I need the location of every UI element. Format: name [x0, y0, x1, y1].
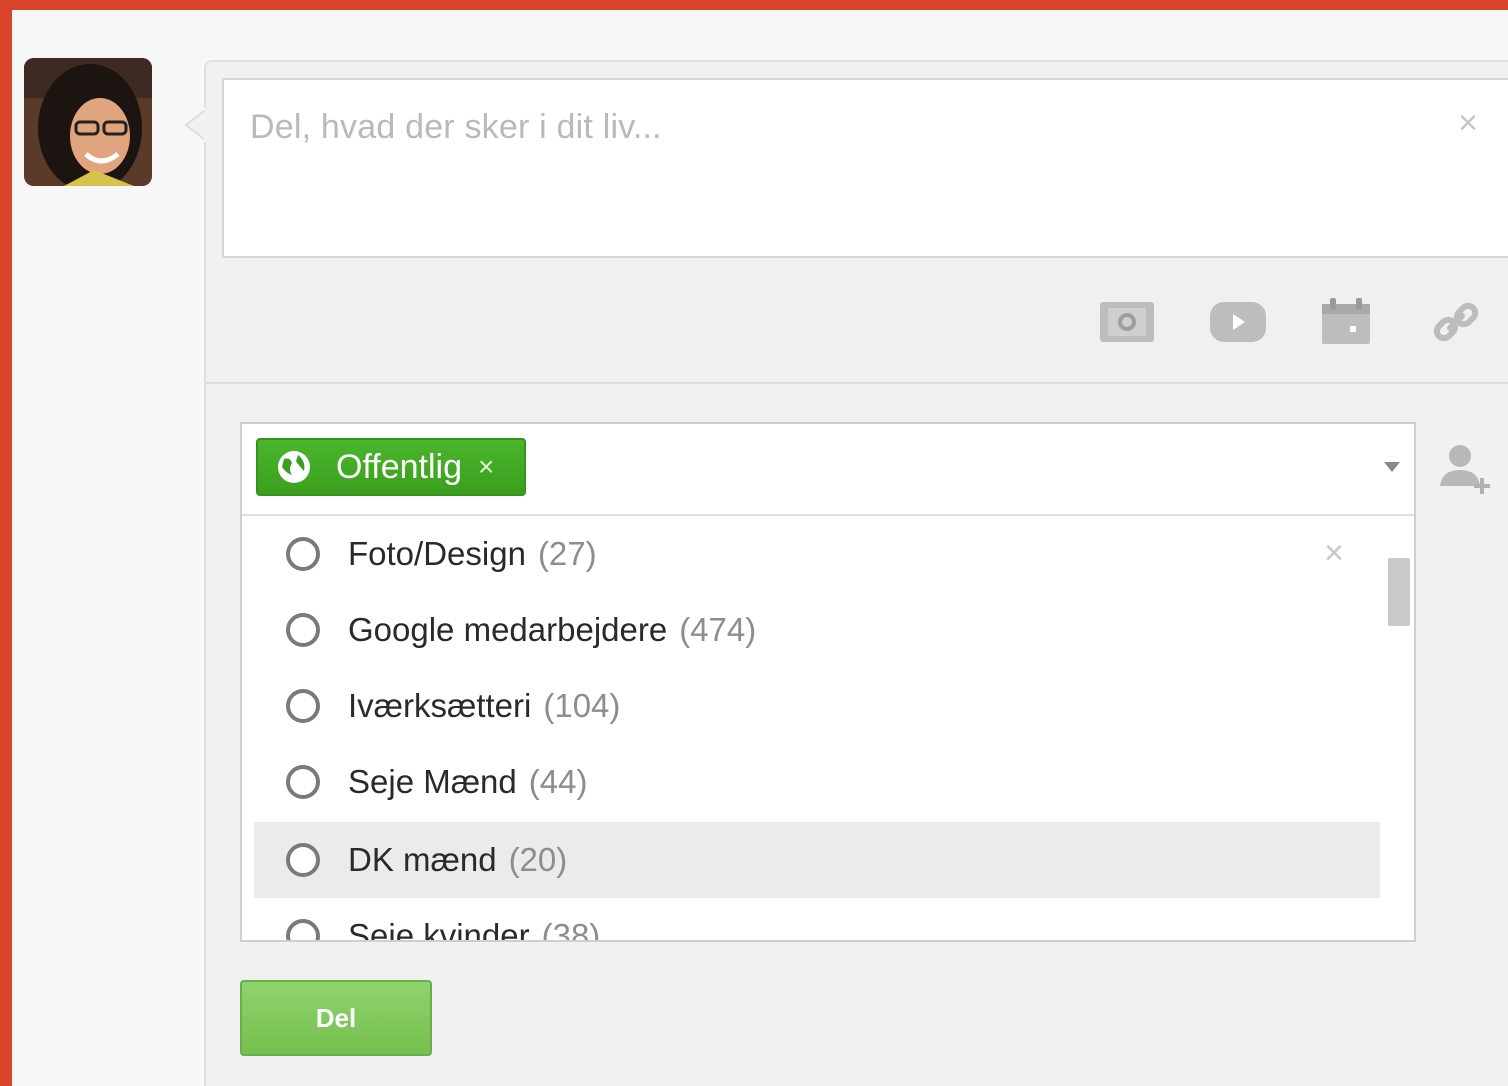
circle-name: Seje kvinder: [348, 917, 530, 940]
camera-icon: [1100, 302, 1154, 342]
circle-count: (44): [528, 763, 588, 800]
public-audience-label: Offentlig: [336, 447, 463, 486]
avatar[interactable]: [24, 58, 152, 186]
circle-count: (474): [679, 611, 757, 648]
globe-icon: [278, 451, 310, 483]
radio-button[interactable]: [286, 537, 320, 571]
clear-text-icon[interactable]: ×: [1458, 106, 1478, 140]
circle-name: Seje Mænd: [348, 763, 517, 800]
circle-name: Foto/Design: [348, 535, 526, 572]
list-item[interactable]: Foto/Design (27): [254, 516, 1380, 592]
link-icon: [1433, 302, 1479, 342]
circle-name: Google medarbejdere: [348, 611, 668, 648]
list-item[interactable]: Seje Mænd (44): [254, 744, 1380, 820]
speech-bubble-notch: [184, 108, 208, 142]
circle-name: DK mænd: [348, 841, 497, 878]
public-audience-chip[interactable]: Offentlig ×: [256, 438, 526, 496]
post-text-placeholder: Del, hvad der sker i dit liv...: [250, 108, 662, 146]
list-item[interactable]: DK mænd (20): [254, 822, 1380, 898]
add-video-button[interactable]: [1208, 298, 1268, 346]
calendar-icon: [1322, 298, 1370, 344]
add-link-button[interactable]: [1432, 298, 1480, 346]
add-person-icon: [1440, 445, 1490, 494]
attachment-toolbar: [206, 262, 1508, 384]
radio-button[interactable]: [286, 765, 320, 799]
audience-selector: Offentlig × Foto/Design (27) Google meda…: [240, 422, 1416, 942]
list-item[interactable]: Iværksætteri (104): [254, 668, 1380, 744]
radio-button[interactable]: [286, 919, 320, 940]
circle-count: (20): [508, 841, 568, 878]
remove-chip-icon[interactable]: ×: [478, 451, 494, 483]
post-text-input[interactable]: Del, hvad der sker i dit liv... ×: [222, 78, 1508, 258]
close-icon[interactable]: ×: [1324, 534, 1344, 573]
list-item[interactable]: Google medarbejdere (474): [254, 592, 1380, 668]
circle-count: (38): [541, 917, 601, 940]
add-event-button[interactable]: [1320, 298, 1372, 346]
radio-button[interactable]: [286, 843, 320, 877]
circle-name: Iværksætteri: [348, 687, 532, 724]
share-button[interactable]: Del: [240, 980, 432, 1056]
add-person-button[interactable]: [1434, 440, 1494, 496]
audience-chip-row[interactable]: Offentlig ×: [242, 424, 1414, 516]
add-photo-button[interactable]: [1098, 298, 1156, 346]
chevron-down-icon[interactable]: [1384, 462, 1400, 472]
circle-count: (27): [537, 535, 597, 572]
list-item[interactable]: Seje kvinder (38): [254, 898, 1380, 940]
scrollbar[interactable]: [1388, 558, 1410, 626]
circle-count: (104): [543, 687, 621, 724]
radio-button[interactable]: [286, 689, 320, 723]
circle-list[interactable]: Foto/Design (27) Google medarbejdere (47…: [242, 516, 1414, 940]
radio-button[interactable]: [286, 613, 320, 647]
avatar-image: [24, 58, 152, 186]
video-icon: [1210, 302, 1266, 342]
